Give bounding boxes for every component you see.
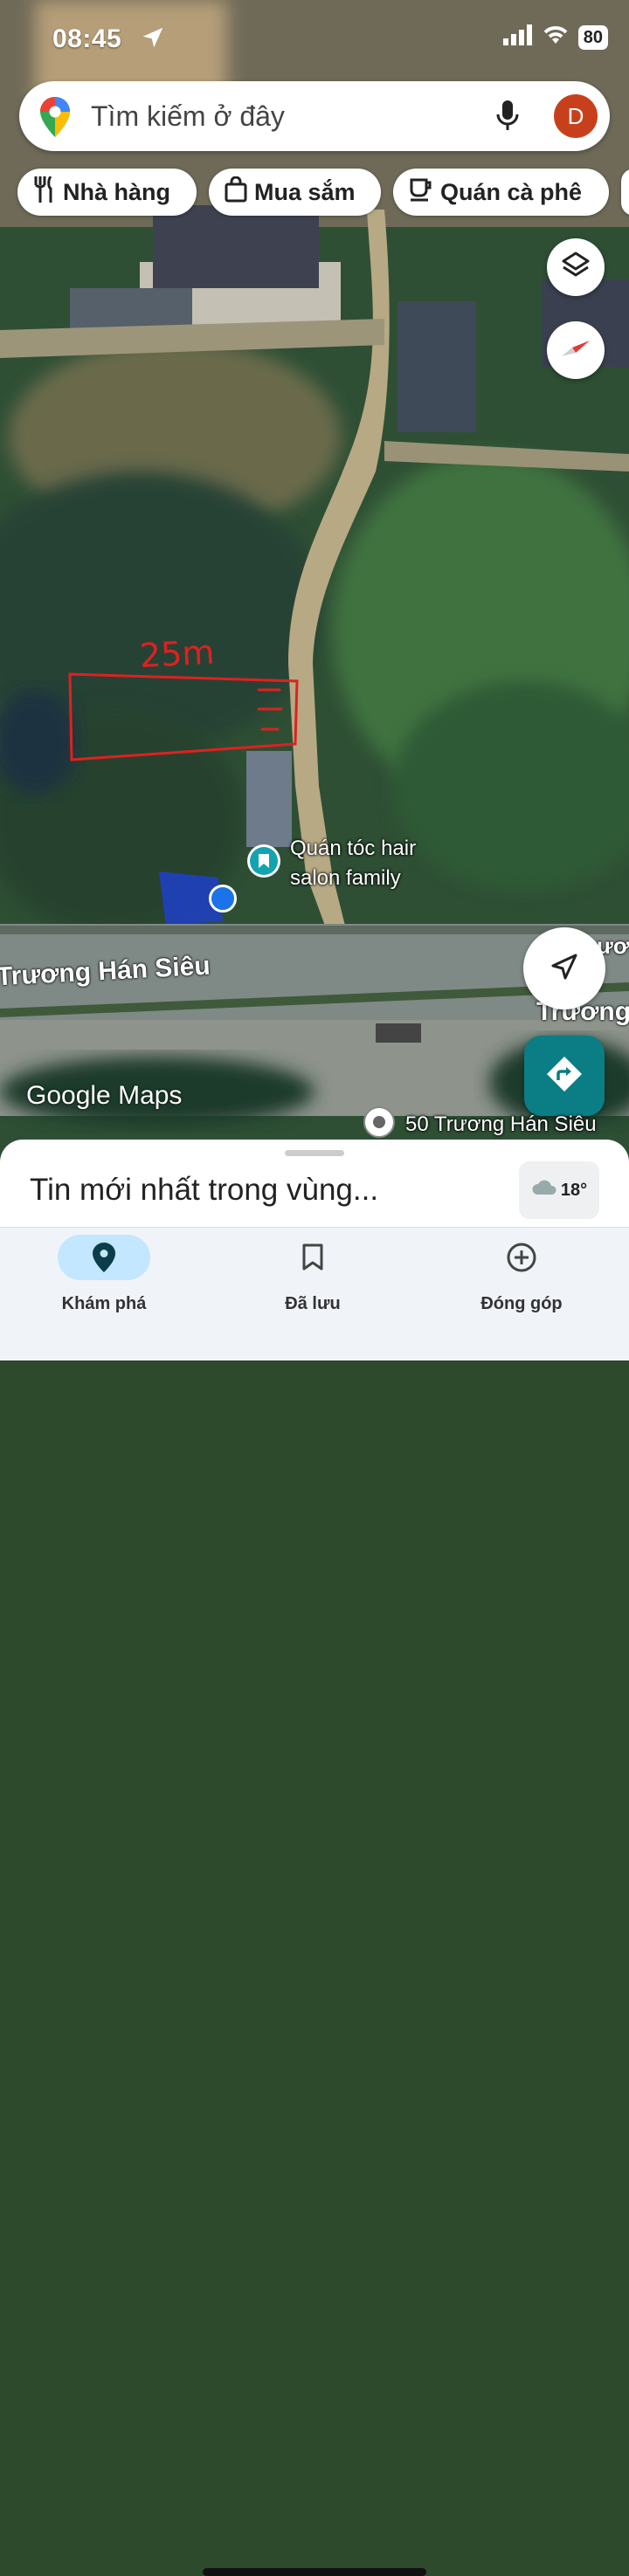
drag-handle[interactable] bbox=[285, 1150, 344, 1156]
compass-icon bbox=[560, 339, 591, 362]
chip-restaurants[interactable]: Nhà hàng bbox=[17, 169, 197, 216]
explore-pin-icon bbox=[58, 1235, 150, 1280]
current-location-dot bbox=[209, 885, 237, 913]
nav-explore[interactable]: Khám phá bbox=[17, 1235, 191, 1314]
bottom-nav: Khám phá Đã lưu Đóng góp bbox=[0, 1227, 629, 2576]
cellular-signal-icon bbox=[502, 24, 533, 50]
nav-contribute[interactable]: Đóng góp bbox=[434, 1235, 609, 1314]
chip-cafes[interactable]: Quán cà phê bbox=[393, 169, 609, 216]
nav-label: Đã lưu bbox=[285, 1294, 341, 1313]
chip-more[interactable] bbox=[621, 169, 629, 216]
weather-chip[interactable]: 18° bbox=[519, 1161, 599, 1219]
address-label: 50 Trương Hán Siêu bbox=[405, 1112, 597, 1136]
bottom-sheet[interactable]: Tin mới nhất trong vùng... 18° bbox=[0, 1140, 629, 1236]
nav-label: Đóng góp bbox=[480, 1294, 563, 1313]
layers-icon bbox=[561, 251, 591, 285]
avatar[interactable]: D bbox=[554, 94, 598, 138]
annotation-length-label: 25m bbox=[139, 633, 216, 675]
poi-label[interactable]: Quán tóc hair salon family bbox=[290, 834, 465, 893]
wifi-icon bbox=[542, 24, 570, 50]
my-location-button[interactable] bbox=[523, 927, 605, 1009]
search-input[interactable]: Tìm kiếm ở đây bbox=[91, 81, 285, 151]
google-maps-pin-icon bbox=[40, 97, 70, 141]
microphone-icon[interactable] bbox=[495, 99, 520, 138]
location-arrow-icon bbox=[140, 24, 166, 55]
search-bar[interactable]: Tìm kiếm ở đây D bbox=[19, 81, 610, 151]
directions-icon bbox=[545, 1055, 584, 1098]
bookmark-icon bbox=[266, 1235, 359, 1280]
status-bar: 08:45 80 bbox=[0, 19, 629, 58]
cloud-icon bbox=[531, 1179, 557, 1202]
nav-label: Khám phá bbox=[61, 1294, 147, 1313]
battery-indicator: 80 bbox=[577, 24, 608, 50]
shopping-bag-icon bbox=[225, 176, 247, 209]
saved-place-marker[interactable] bbox=[247, 844, 280, 878]
status-time: 08:45 bbox=[52, 24, 122, 53]
layers-button[interactable] bbox=[547, 238, 605, 296]
address-marker[interactable]: 50 Trương Hán Siêu bbox=[362, 1105, 597, 1144]
chip-label: Nhà hàng bbox=[63, 178, 171, 205]
google-maps-logo: Google Maps bbox=[26, 1081, 183, 1110]
place-ring-icon bbox=[362, 1105, 397, 1144]
restaurant-icon bbox=[33, 175, 56, 209]
chip-shopping[interactable]: Mua sắm bbox=[209, 169, 381, 216]
navigation-arrow-icon bbox=[550, 952, 579, 986]
compass-button[interactable] bbox=[547, 321, 605, 379]
sheet-title: Tin mới nhất trong vùng... bbox=[30, 1173, 379, 1207]
coffee-icon bbox=[409, 177, 433, 208]
chip-label: Mua sắm bbox=[254, 178, 356, 205]
add-circle-icon bbox=[475, 1235, 568, 1280]
chip-label: Quán cà phê bbox=[440, 178, 583, 205]
home-indicator[interactable] bbox=[203, 2568, 426, 2576]
nav-saved[interactable]: Đã lưu bbox=[225, 1235, 400, 1314]
weather-temp: 18° bbox=[560, 1180, 588, 1200]
